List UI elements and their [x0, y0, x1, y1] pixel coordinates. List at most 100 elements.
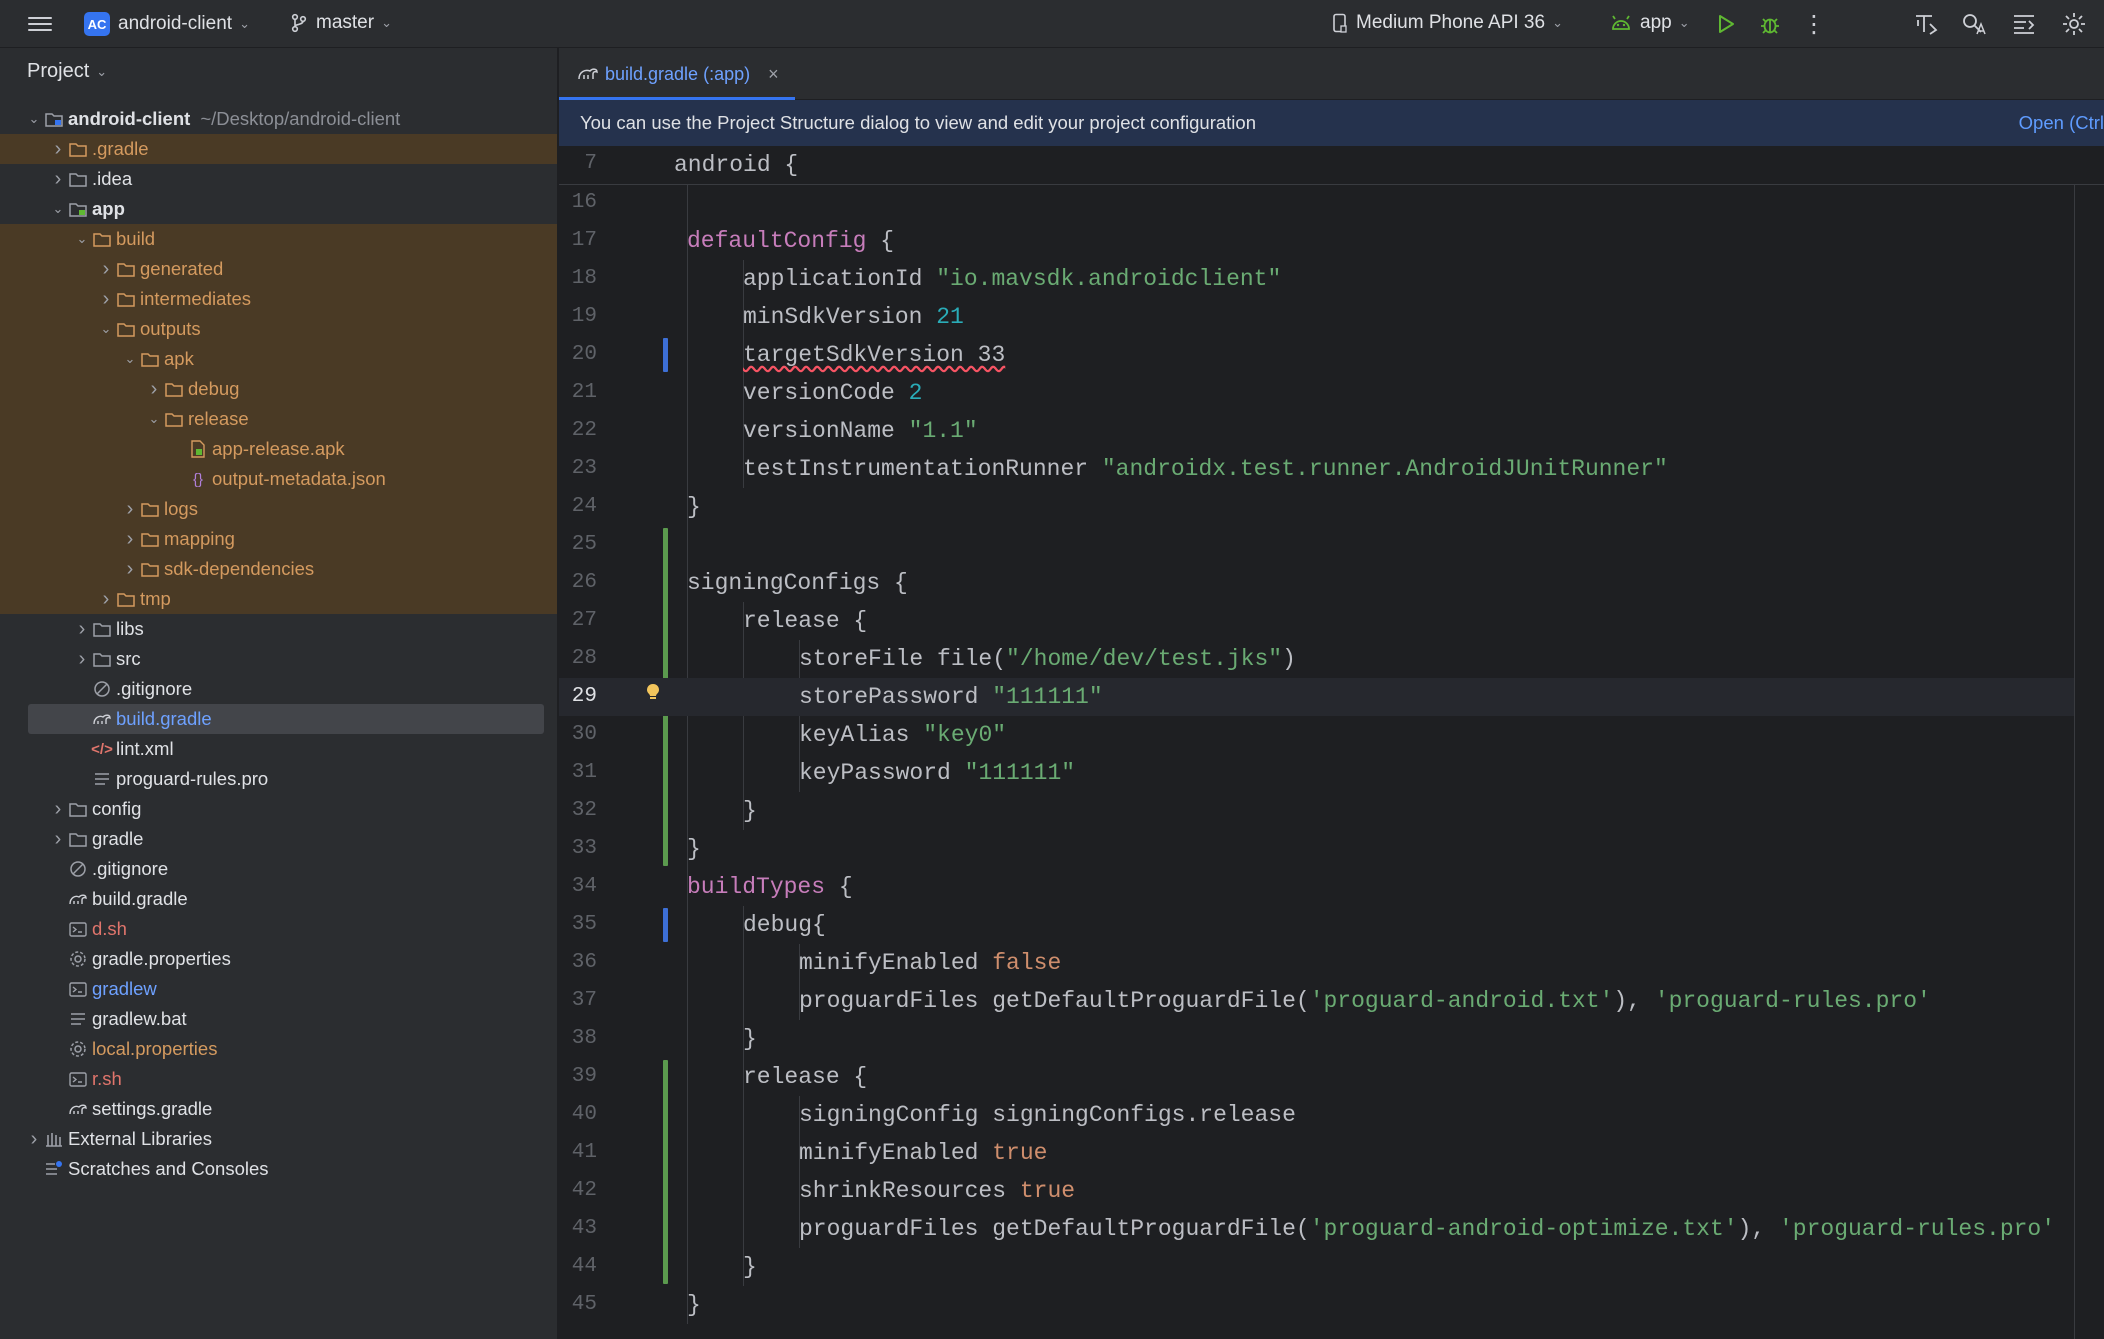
chevron-down-icon[interactable]: ⌄ [98, 321, 114, 337]
code-line[interactable]: } [743, 1254, 757, 1280]
tree-item-app-release-apk[interactable]: app-release.apk [0, 434, 557, 464]
code-line[interactable]: versionName "1.1" [743, 418, 978, 444]
chevron-right-icon[interactable]: › [74, 618, 90, 641]
code-line[interactable]: signingConfig signingConfigs.release [799, 1102, 1296, 1128]
tree-item-gitignore[interactable]: .gitignore [0, 674, 557, 704]
project-switcher[interactable]: AC android-client ⌄ [84, 12, 250, 36]
code-with-me-icon[interactable] [1912, 10, 1940, 38]
code-line[interactable]: testInstrumentationRunner "androidx.test… [743, 456, 1668, 482]
tree-item-lint-xml[interactable]: </> lint.xml [0, 734, 557, 764]
code-line[interactable]: minifyEnabled true [799, 1140, 1047, 1166]
main-menu-icon[interactable] [28, 13, 52, 35]
tree-item-r-sh[interactable]: r.sh [0, 1064, 557, 1094]
chevron-down-icon[interactable]: ⌄ [146, 411, 162, 427]
code-line[interactable]: debug{ [743, 912, 826, 938]
code-line[interactable]: minSdkVersion 21 [743, 304, 964, 330]
code-line[interactable]: storePassword "111111" [799, 684, 1103, 710]
tree-item-settings-gradle[interactable]: settings.gradle [0, 1094, 557, 1124]
code-line[interactable]: keyAlias "key0" [799, 722, 1006, 748]
code-line[interactable]: storeFile file("/home/dev/test.jks") [799, 646, 1296, 672]
tree-item-gradle-properties[interactable]: gradle.properties [0, 944, 557, 974]
chevron-down-icon[interactable]: ⌄ [122, 351, 138, 367]
run-config-selector[interactable]: app ⌄ [1610, 12, 1690, 34]
tree-item-release[interactable]: ⌄ release [0, 404, 557, 434]
code-style-icon[interactable] [2010, 10, 2038, 38]
tree-item-idea[interactable]: › .idea [0, 164, 557, 194]
device-selector[interactable]: Medium Phone API 36 ⌄ [1332, 12, 1563, 34]
code-line[interactable]: proguardFiles getDefaultProguardFile('pr… [799, 988, 1931, 1014]
tree-item-d-sh[interactable]: d.sh [0, 914, 557, 944]
tree-item-intermediates[interactable]: › intermediates [0, 284, 557, 314]
code-line[interactable]: release { [743, 608, 867, 634]
tree-item-outputs[interactable]: ⌄ outputs [0, 314, 557, 344]
more-actions-icon[interactable]: ⋮ [1800, 10, 1828, 38]
code-line[interactable]: proguardFiles getDefaultProguardFile('pr… [799, 1216, 2055, 1242]
tree-item-config[interactable]: › config [0, 794, 557, 824]
tree-item-src[interactable]: › src [0, 644, 557, 674]
tree-item-mapping[interactable]: › mapping [0, 524, 557, 554]
tree-item-build-gradle[interactable]: build.gradle [0, 884, 557, 914]
tree-item-build-gradle[interactable]: build.gradle [0, 704, 557, 734]
code-line[interactable]: applicationId "io.mavsdk.androidclient" [743, 266, 1281, 292]
tree-item-external-libraries[interactable]: › External Libraries [0, 1124, 557, 1154]
vcs-modified-marker[interactable] [663, 338, 668, 372]
tree-item-local-properties[interactable]: local.properties [0, 1034, 557, 1064]
branch-switcher[interactable]: master ⌄ [290, 12, 392, 34]
tree-item-gradlew[interactable]: gradlew [0, 974, 557, 1004]
tree-item-libs[interactable]: › libs [0, 614, 557, 644]
code-line[interactable]: } [687, 836, 701, 862]
tree-item-proguard-rules-pro[interactable]: proguard-rules.pro [0, 764, 557, 794]
code-line[interactable]: defaultConfig { [687, 228, 894, 254]
chevron-down-icon[interactable]: ⌄ [74, 231, 90, 247]
run-icon[interactable] [1712, 10, 1740, 38]
code-editor[interactable]: 151617defaultConfig {18applicationId "io… [559, 146, 2104, 1339]
code-line[interactable]: } [743, 1026, 757, 1052]
tree-item-generated[interactable]: › generated [0, 254, 557, 284]
chevron-right-icon[interactable]: › [98, 258, 114, 281]
chevron-down-icon[interactable]: ⌄ [26, 111, 42, 127]
code-line[interactable]: targetSdkVersion 33 [743, 342, 1005, 368]
code-line[interactable]: } [687, 1292, 701, 1318]
chevron-right-icon[interactable]: › [26, 1128, 42, 1151]
tree-item-gradle[interactable]: › gradle [0, 824, 557, 854]
chevron-right-icon[interactable]: › [98, 288, 114, 311]
tree-item-apk[interactable]: ⌄ apk [0, 344, 557, 374]
chevron-right-icon[interactable]: › [98, 588, 114, 611]
code-line[interactable]: minifyEnabled false [799, 950, 1061, 976]
code-line[interactable]: shrinkResources true [799, 1178, 1075, 1204]
chevron-right-icon[interactable]: › [122, 558, 138, 581]
code-line[interactable]: } [687, 494, 701, 520]
code-line[interactable]: keyPassword "111111" [799, 760, 1075, 786]
tree-root[interactable]: ⌄ android-client ~/Desktop/android-clien… [0, 104, 557, 134]
tree-item-output-metadata-json[interactable]: {} output-metadata.json [0, 464, 557, 494]
chevron-right-icon[interactable]: › [122, 528, 138, 551]
code-line[interactable]: buildTypes { [687, 874, 853, 900]
chevron-down-icon[interactable]: ⌄ [50, 201, 66, 217]
vcs-modified-marker[interactable] [663, 908, 668, 942]
open-project-structure-link[interactable]: Open (Ctrl [2019, 112, 2104, 134]
tree-item-scratches-and-consoles[interactable]: Scratches and Consoles [0, 1154, 557, 1184]
intention-bulb-icon[interactable] [645, 682, 661, 709]
chevron-right-icon[interactable]: › [50, 798, 66, 821]
tree-item-gradlew-bat[interactable]: gradlew.bat [0, 1004, 557, 1034]
code-line[interactable]: signingConfigs { [687, 570, 908, 596]
search-everywhere-icon[interactable] [1960, 10, 1988, 38]
code-line[interactable]: versionCode 2 [743, 380, 922, 406]
tree-item-gitignore[interactable]: .gitignore [0, 854, 557, 884]
tab-build-gradle-app[interactable]: build.gradle (:app) × [559, 48, 795, 100]
chevron-right-icon[interactable]: › [146, 378, 162, 401]
code-line[interactable]: release { [743, 1064, 867, 1090]
tree-item-debug[interactable]: › debug [0, 374, 557, 404]
tree-item-build[interactable]: ⌄ build [0, 224, 557, 254]
code-line[interactable]: } [743, 798, 757, 824]
vcs-added-marker[interactable] [663, 1060, 668, 1284]
tree-item-gradle[interactable]: › .gradle [0, 134, 557, 164]
settings-gear-icon[interactable] [2060, 10, 2088, 38]
close-icon[interactable]: × [768, 64, 779, 85]
chevron-right-icon[interactable]: › [122, 498, 138, 521]
project-view-selector[interactable]: Project ⌄ [27, 60, 107, 83]
tree-item-sdk-dependencies[interactable]: › sdk-dependencies [0, 554, 557, 584]
chevron-right-icon[interactable]: › [74, 648, 90, 671]
tree-item-logs[interactable]: › logs [0, 494, 557, 524]
chevron-right-icon[interactable]: › [50, 828, 66, 851]
